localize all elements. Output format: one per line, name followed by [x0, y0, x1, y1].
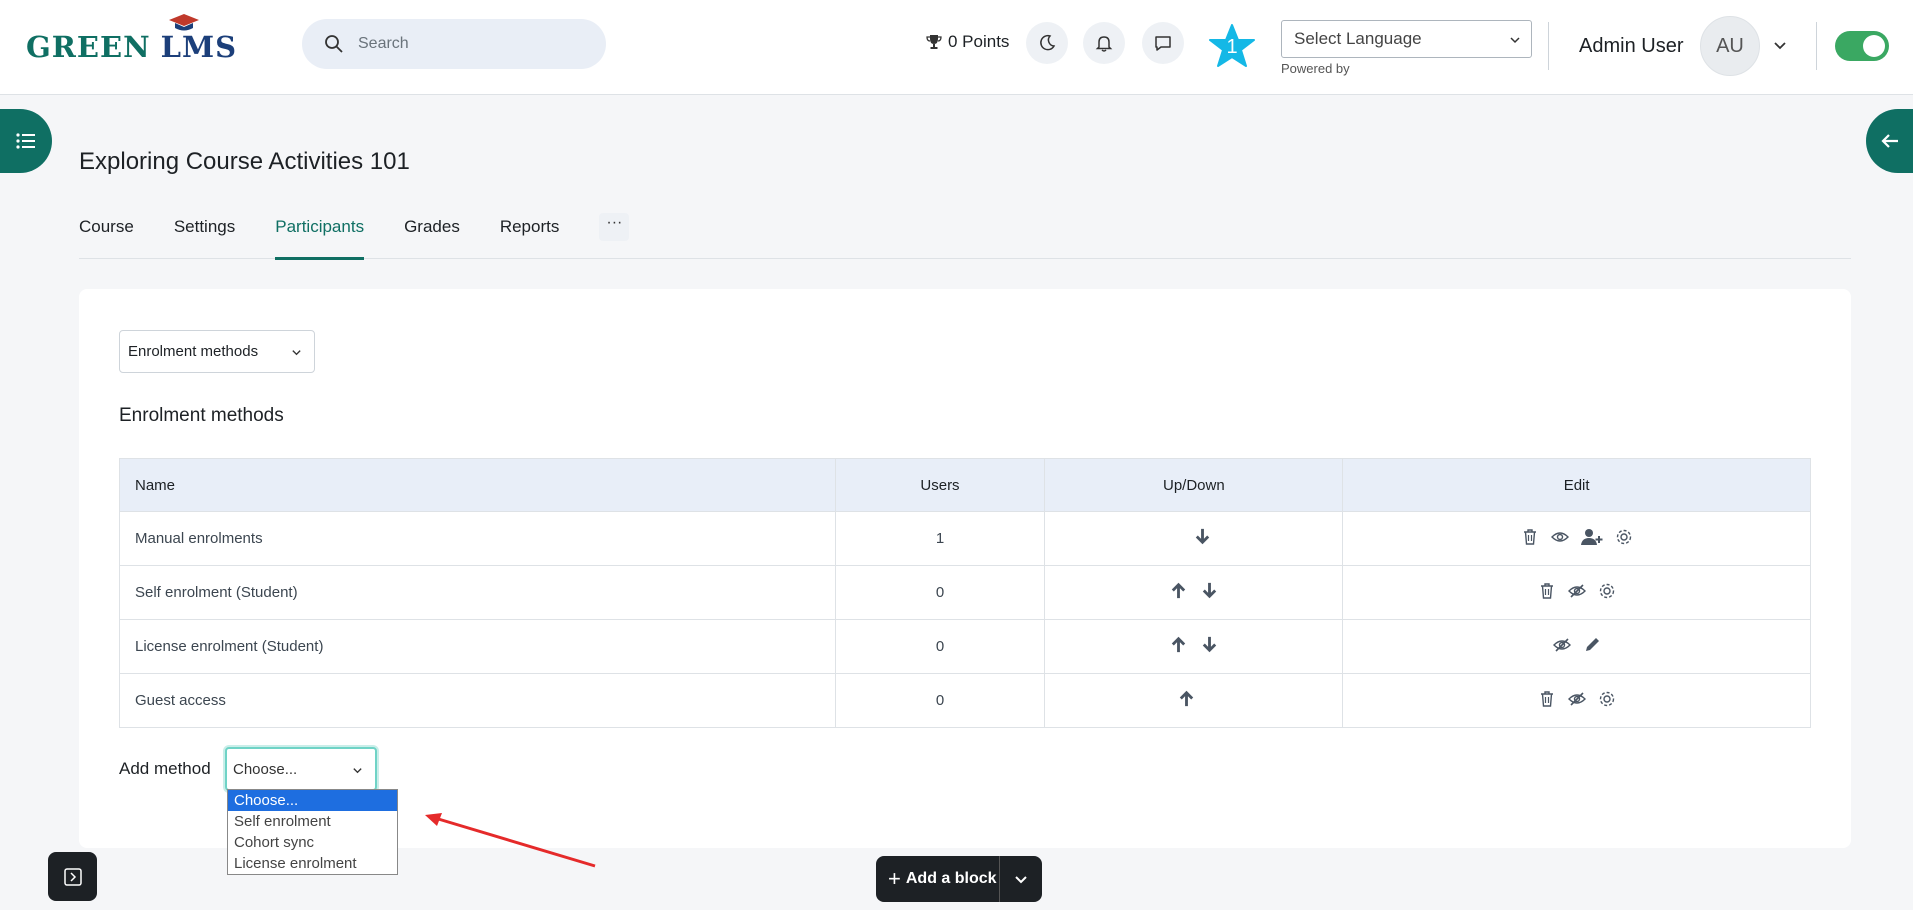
chat-bubble-icon [1155, 36, 1171, 51]
tab-participants[interactable]: Participants [275, 208, 364, 260]
main-content-card: Enrolment methods Enrolment methods Name… [79, 289, 1851, 848]
add-block-label: Add a block [905, 870, 997, 887]
method-name: License enrolment (Student) [119, 619, 836, 674]
tab-settings[interactable]: Settings [174, 208, 235, 259]
pencil-icon[interactable] [1583, 636, 1601, 654]
points-display[interactable]: 0 Points [926, 30, 1009, 54]
column-header-name: Name [119, 458, 836, 512]
arrow-up-icon[interactable] [1177, 689, 1196, 708]
expand-panel-icon [63, 867, 82, 886]
footer-toggle-button[interactable] [48, 852, 97, 901]
add-method-select[interactable]: Choose... [225, 747, 377, 791]
language-select[interactable]: Select Language [1281, 20, 1532, 58]
gear-icon[interactable] [1615, 528, 1633, 546]
enrolment-methods-table: Name Users Up/Down Edit Manual enrolment… [119, 458, 1811, 728]
option-choose[interactable]: Choose... [228, 790, 397, 811]
arrow-up-icon[interactable] [1169, 635, 1188, 654]
tab-reports[interactable]: Reports [500, 208, 560, 259]
arrow-down-icon[interactable] [1200, 635, 1219, 654]
chevron-down-icon [1015, 876, 1027, 884]
course-index-toggle[interactable] [0, 109, 52, 173]
eye-slash-icon[interactable] [1552, 636, 1571, 654]
gear-icon[interactable] [1598, 582, 1616, 600]
add-method-options: Choose... Self enrolment Cohort sync Lic… [227, 789, 398, 875]
course-tabs: Course Settings Participants Grades Repo… [79, 208, 1851, 260]
star-badge-count: 1 [1226, 36, 1238, 58]
arrow-down-icon[interactable] [1193, 527, 1212, 546]
arrow-left-icon [1880, 134, 1898, 148]
top-navbar: GREEN LMS 0 Points 1 Select Language Pow… [0, 0, 1913, 95]
tab-course[interactable]: Course [79, 208, 134, 259]
method-users: 1 [835, 511, 1046, 566]
eye-slash-icon[interactable] [1567, 582, 1586, 600]
dark-mode-button[interactable] [1026, 22, 1068, 64]
method-users: 0 [835, 673, 1046, 728]
arrow-up-icon[interactable] [1169, 581, 1188, 600]
method-users: 0 [835, 565, 1046, 620]
option-license-enrolment[interactable]: License enrolment [228, 853, 397, 874]
header-divider [1816, 22, 1817, 70]
method-name: Self enrolment (Student) [119, 565, 836, 620]
site-logo[interactable]: GREEN LMS [26, 14, 237, 68]
more-tabs-button[interactable]: ··· [599, 213, 630, 241]
search-icon [325, 35, 343, 53]
column-header-users: Users [835, 458, 1046, 512]
points-text: 0 Points [948, 32, 1010, 51]
chevron-down-icon [1510, 37, 1520, 44]
trash-icon[interactable] [1521, 528, 1539, 546]
list-icon [16, 133, 35, 149]
eye-slash-icon[interactable] [1567, 690, 1586, 708]
moon-icon [1040, 34, 1056, 51]
chevron-down-icon [353, 768, 362, 774]
trash-icon[interactable] [1538, 582, 1556, 600]
trash-icon[interactable] [1538, 690, 1556, 708]
edit-mode-toggle[interactable] [1835, 31, 1889, 61]
enrol-users-icon[interactable] [1580, 528, 1603, 546]
logo-text-lms: LMS [161, 14, 237, 64]
avatar[interactable]: AU [1700, 16, 1760, 76]
logo-text-green: GREEN [26, 30, 151, 64]
plus-icon: + [888, 866, 901, 891]
trophy-icon [926, 35, 942, 49]
option-cohort-sync[interactable]: Cohort sync [228, 832, 397, 853]
add-block-dropdown-toggle[interactable] [1000, 872, 1042, 886]
add-method-label: Add method [119, 759, 211, 778]
notifications-button[interactable] [1083, 22, 1125, 64]
gear-icon[interactable] [1598, 690, 1616, 708]
method-name: Guest access [119, 673, 836, 728]
table-row: Self enrolment (Student) 0 [119, 565, 1811, 620]
section-title: Enrolment methods [119, 405, 284, 426]
chevron-down-icon [292, 350, 301, 356]
tab-grades[interactable]: Grades [404, 208, 460, 259]
messages-button[interactable] [1142, 22, 1184, 64]
table-row: Guest access 0 [119, 673, 1811, 728]
annotation-arrow [425, 813, 596, 868]
page-title: Exploring Course Activities 101 [79, 148, 410, 175]
add-block-button[interactable]: + Add a block [876, 856, 1042, 902]
header-divider [1548, 22, 1549, 70]
column-header-edit: Edit [1342, 458, 1811, 512]
option-self-enrolment[interactable]: Self enrolment [228, 811, 397, 832]
search-input[interactable] [358, 35, 578, 53]
powered-by-text: Powered by [1281, 61, 1350, 76]
search-bar[interactable] [302, 19, 606, 69]
add-block-main[interactable]: + Add a block [876, 856, 1000, 902]
table-row: Manual enrolments 1 [119, 511, 1811, 566]
chevron-down-icon[interactable] [1773, 38, 1787, 52]
bell-icon [1095, 36, 1113, 52]
arrow-down-icon[interactable] [1200, 581, 1219, 600]
graduation-cap-icon [168, 14, 199, 31]
user-name[interactable]: Admin User [1579, 35, 1683, 58]
block-drawer-toggle[interactable] [1866, 109, 1913, 173]
participants-nav-select[interactable]: Enrolment methods [119, 330, 315, 373]
method-name: Manual enrolments [119, 511, 836, 566]
column-header-updown: Up/Down [1044, 458, 1344, 512]
method-users: 0 [835, 619, 1046, 674]
eye-icon[interactable] [1550, 528, 1569, 546]
table-row: License enrolment (Student) 0 [119, 619, 1811, 674]
